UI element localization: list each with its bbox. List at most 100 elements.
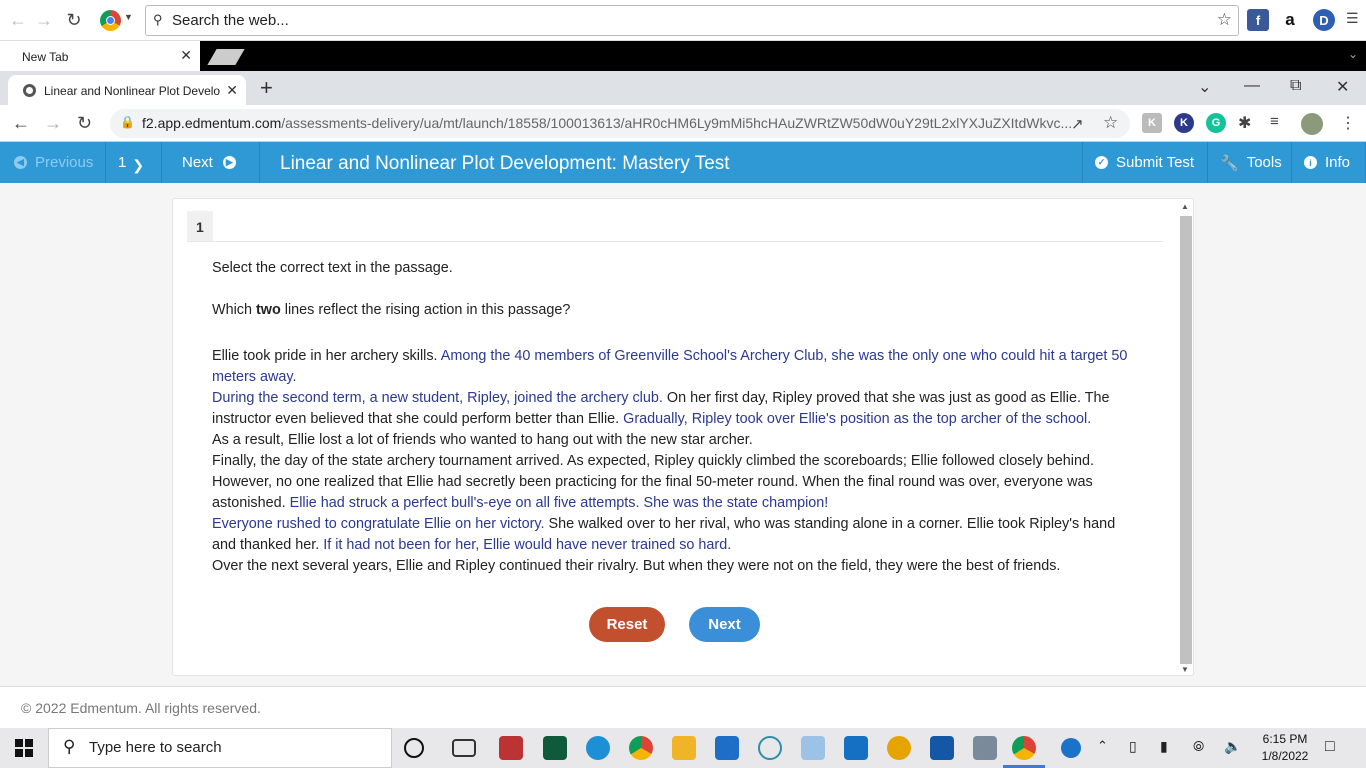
next-header-button[interactable]: Next ▶ — [162, 142, 260, 183]
menu-icon[interactable]: ☰ — [1346, 10, 1359, 27]
edge-icon[interactable] — [586, 736, 610, 760]
battery-icon[interactable]: ▮ — [1160, 738, 1168, 755]
extensions-puzzle-icon[interactable]: ✱ — [1238, 113, 1251, 133]
store-icon[interactable] — [715, 736, 739, 760]
url-host: f2.app.edmentum.com — [142, 115, 282, 131]
amazon-icon[interactable]: a — [1279, 9, 1301, 31]
tab-label: Linear and Nonlinear Plot Develo — [44, 84, 221, 98]
copyright-text: © 2022 Edmentum. All rights reserved. — [21, 700, 261, 716]
scroll-down-icon[interactable]: ▼ — [1181, 665, 1189, 674]
clock-time: 6:15 PM — [1262, 732, 1308, 746]
url-path: /assessments-delivery/ua/mt/launch/18558… — [281, 115, 1073, 131]
browser-top-bar: ← → ↻ ▼ ⚲ Search the web... ☆ f a D ☰ — [0, 0, 1366, 41]
address-row: ← → ↻ 🔒 f2.app.edmentum.com/assessments-… — [0, 105, 1366, 142]
submit-test-button[interactable]: ✓ Submit Test — [1082, 142, 1208, 183]
selectable-sentence[interactable]: Everyone rushed to congratulate Ellie on… — [212, 516, 545, 532]
scrollbar-thumb[interactable] — [1180, 216, 1192, 664]
grammarly-icon[interactable]: G — [1206, 113, 1226, 133]
forward-arrow-icon[interactable]: → — [30, 0, 58, 41]
forward-arrow-icon[interactable]: → — [44, 113, 62, 134]
reset-button[interactable]: Reset — [589, 607, 665, 642]
task-view-icon[interactable] — [452, 739, 476, 757]
window-close-icon[interactable]: ✕ — [1336, 77, 1349, 97]
footer: © 2022 Edmentum. All rights reserved. — [0, 686, 1366, 728]
submit-label: Submit Test — [1116, 154, 1195, 171]
help-icon[interactable] — [1061, 738, 1081, 758]
tools-label: Tools — [1246, 154, 1282, 171]
back-arrow-icon[interactable]: ← — [4, 0, 32, 41]
chevron-up-icon[interactable]: ⌃ — [1097, 738, 1108, 754]
app-icon[interactable] — [543, 736, 567, 760]
info-label: Info — [1325, 154, 1351, 171]
chrome-active-icon[interactable] — [1012, 736, 1036, 760]
tab-row: Linear and Nonlinear Plot Develo ✕ + ⌄ —… — [0, 71, 1366, 105]
system-clock[interactable]: 6:15 PM 1/8/2022 — [1254, 731, 1316, 765]
search-icon: ⚲ — [153, 12, 163, 27]
app-icon[interactable] — [930, 736, 954, 760]
back-arrow-icon[interactable]: ← — [12, 113, 30, 134]
web-search-field[interactable]: ⚲ Search the web... ☆ — [145, 5, 1239, 36]
wrench-icon: 🔧 — [1220, 154, 1239, 172]
question-selector[interactable]: 1 ❯ — [106, 142, 162, 183]
usb-icon[interactable]: ▯ — [1129, 738, 1137, 755]
tab-active[interactable]: Linear and Nonlinear Plot Develo ✕ — [8, 75, 246, 105]
minimize-icon[interactable]: — — [1244, 77, 1260, 95]
search-icon: ⚲ — [63, 737, 76, 756]
dropbox-icon[interactable] — [801, 736, 825, 760]
next-button[interactable]: Next — [689, 607, 760, 642]
tab-new-tab[interactable]: New Tab ✕ — [0, 41, 200, 71]
selectable-sentence[interactable]: If it had not been for her, Ellie would … — [323, 537, 731, 553]
restore-icon[interactable]: ⧉ — [1290, 77, 1301, 95]
tools-button[interactable]: 🔧 Tools — [1208, 142, 1292, 183]
question-number: 1 — [118, 154, 127, 171]
chevron-down-icon[interactable]: ⌄ — [1348, 47, 1358, 61]
app-icon[interactable] — [973, 736, 997, 760]
bookmark-star-icon[interactable]: ☆ — [1103, 113, 1118, 133]
volume-icon[interactable]: 🔈 — [1224, 738, 1241, 755]
tab-search-icon[interactable]: ⌄ — [1198, 77, 1211, 97]
info-button[interactable]: i Info — [1292, 142, 1366, 183]
close-icon[interactable]: ✕ — [180, 47, 192, 64]
reading-list-icon[interactable]: ≡ — [1270, 113, 1279, 130]
reload-icon[interactable]: ↻ — [60, 0, 88, 41]
scroll-up-icon[interactable]: ▲ — [1181, 202, 1189, 211]
chrome-icon[interactable] — [629, 736, 653, 760]
cortana-icon[interactable] — [404, 738, 424, 758]
assessment-header: ◀ Previous 1 ❯ Next ▶ Linear and Nonlinear … — [0, 142, 1366, 183]
selectable-sentence[interactable]: During the second term, a new student, R… — [212, 390, 663, 406]
taskbar-search-placeholder: Type here to search — [89, 739, 222, 756]
reload-icon[interactable]: ↻ — [77, 113, 92, 134]
address-bar[interactable]: 🔒 f2.app.edmentum.com/assessments-delive… — [110, 109, 1130, 138]
divider — [187, 241, 1163, 242]
close-icon[interactable]: ✕ — [222, 82, 238, 99]
app-icon[interactable] — [887, 736, 911, 760]
app-icon[interactable] — [499, 736, 523, 760]
share-icon[interactable]: ↗ — [1071, 115, 1084, 133]
chrome-logo-icon[interactable] — [100, 10, 121, 31]
wifi-icon[interactable]: ⦾ — [1193, 738, 1204, 755]
question-number-badge: 1 — [187, 211, 213, 241]
profile-d-icon[interactable]: D — [1313, 9, 1335, 31]
new-tab-plus-icon[interactable]: + — [260, 75, 273, 101]
new-tab-button[interactable] — [207, 49, 245, 65]
taskbar-search-field[interactable]: ⚲ Type here to search — [48, 728, 392, 768]
notifications-icon[interactable]: □ — [1325, 738, 1335, 756]
passage-text: As a result, Ellie lost a lot of friends… — [212, 432, 753, 448]
file-explorer-icon[interactable] — [672, 736, 696, 760]
facebook-icon[interactable]: f — [1247, 9, 1269, 31]
extension-k-icon[interactable]: K — [1142, 113, 1162, 133]
kami-icon[interactable]: K — [1174, 113, 1194, 133]
scrollbar[interactable]: ▲ ▼ — [1180, 200, 1193, 676]
previous-button[interactable]: ◀ Previous — [0, 142, 106, 183]
avatar[interactable] — [1301, 113, 1323, 135]
dropdown-caret-icon[interactable]: ▼ — [124, 12, 133, 22]
windows-start-icon[interactable] — [0, 728, 48, 768]
more-menu-icon[interactable]: ⋮ — [1340, 113, 1356, 133]
prompt-emphasis: two — [255, 302, 281, 318]
bookmark-star-icon[interactable]: ☆ — [1217, 10, 1232, 30]
app-icon[interactable] — [758, 736, 782, 760]
selectable-sentence[interactable]: Gradually, Ripley took over Ellie's posi… — [623, 411, 1091, 427]
selectable-sentence[interactable]: Ellie had struck a perfect bull's-eye on… — [290, 495, 829, 511]
web-search-placeholder: Search the web... — [172, 12, 289, 29]
media-player-icon[interactable] — [844, 736, 868, 760]
